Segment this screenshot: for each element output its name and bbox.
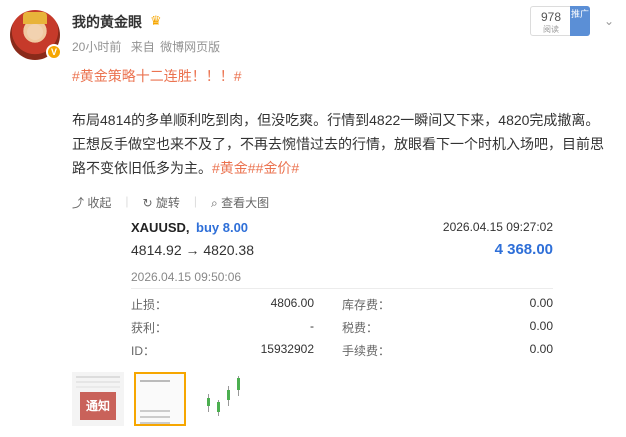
read-count: 978 xyxy=(540,10,562,24)
post-time[interactable]: 20小时前 xyxy=(72,40,121,54)
thumbnail-notice[interactable]: 通知 xyxy=(72,372,124,426)
collapse-label: 收起 xyxy=(87,196,112,210)
thumbnail-trade-card[interactable] xyxy=(134,372,186,426)
trade-symbol: XAUUSD, xyxy=(131,220,190,235)
post-meta: 20小时前 来自 微博网页版 xyxy=(72,38,226,55)
thumbnail-text-lines xyxy=(140,380,170,382)
trade-profit: 4 368.00 xyxy=(494,241,553,258)
candle-bar xyxy=(237,378,240,390)
chevron-down-icon[interactable]: ⌄ xyxy=(604,14,614,28)
candle-bar xyxy=(217,402,220,412)
tax-label: 税费： xyxy=(342,321,379,335)
read-count-box[interactable]: 978 阅读 推广 xyxy=(530,6,590,36)
tax-value: 0.00 xyxy=(529,319,553,333)
stop-loss-label: 止损： xyxy=(131,298,168,312)
stop-loss-value: 4806.00 xyxy=(270,296,314,310)
read-count-label: 阅读 xyxy=(543,25,559,34)
topic-link[interactable]: #黄金策略十二连胜！！！# xyxy=(72,66,242,86)
swap-value: 0.00 xyxy=(529,296,553,310)
card-divider xyxy=(131,288,553,289)
post-body: 布局4814的多单顺利吃到肉，但没吃爽。行情到4822一瞬间又下来，4820完成… xyxy=(72,108,612,180)
trade-card-image[interactable]: XAUUSD, buy 8.00 2026.04.15 09:27:02 481… xyxy=(122,208,563,366)
post-source[interactable]: 微博网页版 xyxy=(160,40,220,54)
thumbnail-text-lines xyxy=(76,376,120,378)
avatar-face xyxy=(27,24,43,40)
candle-bar xyxy=(227,390,230,400)
source-prefix: 来自 xyxy=(130,40,155,54)
commission-label: 手续费： xyxy=(342,344,391,358)
crown-icon: ♛ xyxy=(150,13,162,28)
commission-value: 0.00 xyxy=(529,342,553,356)
candle-bar xyxy=(207,398,210,406)
take-profit-value: - xyxy=(310,319,314,333)
id-label: ID： xyxy=(131,344,156,358)
image-thumbnails: 通知 xyxy=(72,372,248,426)
take-profit-label: 获利： xyxy=(131,321,168,335)
thumbnail-chart[interactable] xyxy=(196,372,248,426)
trade-direction: buy 8.00 xyxy=(196,220,249,235)
username[interactable]: 我的黄金眼 xyxy=(72,12,142,32)
swap-label: 库存费： xyxy=(342,298,391,312)
id-value: 15932902 xyxy=(260,342,314,356)
avatar-crown xyxy=(23,12,47,24)
post-text: 布局4814的多单顺利吃到肉，但没吃爽。行情到4822一瞬间又下来，4820完成… xyxy=(72,112,604,176)
hashtag-links[interactable]: #黄金##金价# xyxy=(212,160,299,176)
promote-button[interactable]: 推广 xyxy=(570,6,590,36)
collapse-icon: ⤴ xyxy=(72,196,88,210)
collapse-button[interactable]: ⤴ 收起 xyxy=(72,194,111,211)
close-time: 2026.04.15 09:50:06 xyxy=(131,270,242,284)
open-time: 2026.04.15 09:27:02 xyxy=(442,220,553,234)
verified-badge-icon: V xyxy=(46,44,62,60)
notice-label: 通知 xyxy=(80,392,116,420)
trade-prices: 4814.92 → 4820.38 xyxy=(131,242,254,258)
